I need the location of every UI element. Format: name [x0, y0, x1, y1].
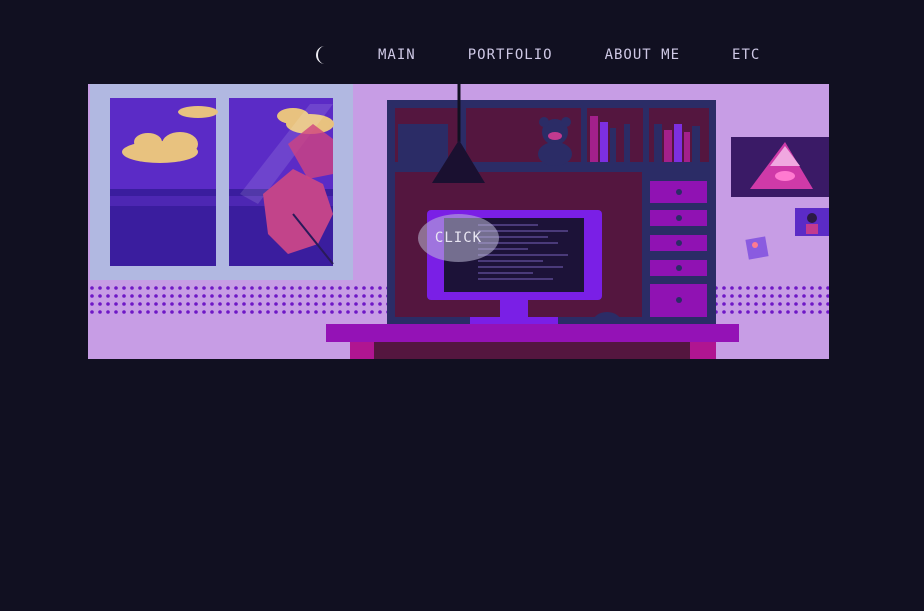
wall-poster-portrait	[795, 208, 829, 236]
hero-room-illustration: CLICK	[88, 84, 829, 359]
nav-item-etc[interactable]: ETC	[732, 47, 760, 63]
main-nav: MAIN PORTFOLIO ABOUT ME ETC	[312, 40, 760, 70]
click-button[interactable]: CLICK	[418, 214, 499, 262]
nav-item-portfolio[interactable]: PORTFOLIO	[468, 47, 553, 63]
window	[90, 84, 353, 280]
wall-poster-mountain	[731, 137, 829, 197]
sticky-note	[745, 236, 769, 260]
moon-icon[interactable]	[312, 40, 334, 70]
nav-item-about-me[interactable]: ABOUT ME	[605, 47, 680, 63]
nav-item-main[interactable]: MAIN	[378, 47, 416, 63]
desk	[326, 324, 739, 359]
